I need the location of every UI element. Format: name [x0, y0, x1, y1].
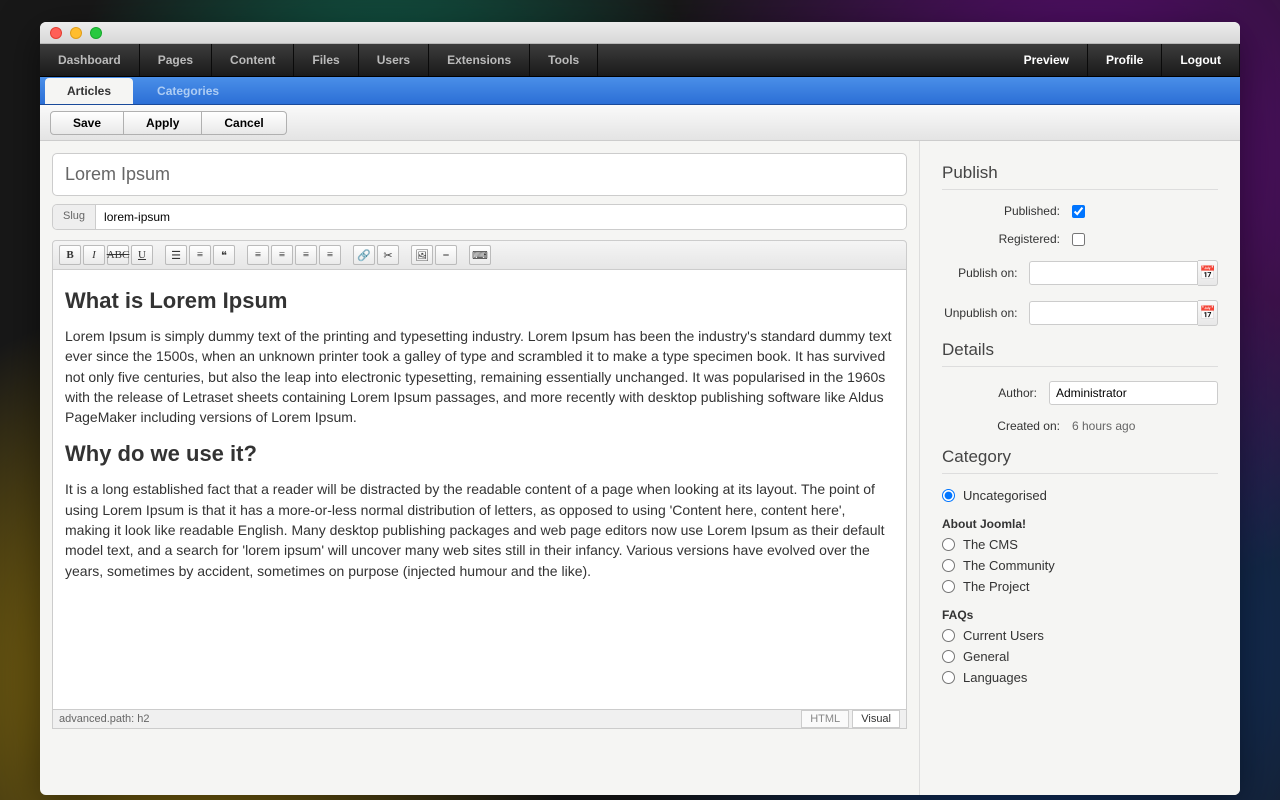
menu-preview[interactable]: Preview: [1006, 44, 1088, 76]
slug-label: Slug: [53, 205, 96, 229]
registered-checkbox[interactable]: [1072, 233, 1085, 246]
italic-icon[interactable]: I: [83, 245, 105, 265]
sub-tabs: Articles Categories: [40, 77, 1240, 105]
category-label: The Community: [963, 558, 1055, 573]
category-group-heading: FAQs: [942, 608, 1218, 622]
tab-categories[interactable]: Categories: [135, 78, 241, 104]
category-radio[interactable]: [942, 671, 955, 684]
slug-input[interactable]: [96, 205, 906, 229]
align-right-icon[interactable]: ≡: [295, 245, 317, 265]
category-label: The CMS: [963, 537, 1018, 552]
author-label: Author:: [942, 386, 1049, 400]
article-title-input[interactable]: [52, 153, 907, 196]
content-heading-2: Why do we use it?: [65, 441, 894, 467]
publish-heading: Publish: [942, 163, 1218, 190]
sidebar-column: Publish Published: Registered: Publish o…: [920, 141, 1240, 795]
unordered-list-icon[interactable]: ☰: [165, 245, 187, 265]
content-paragraph-1: Lorem Ipsum is simply dummy text of the …: [65, 326, 894, 427]
underline-icon[interactable]: U: [131, 245, 153, 265]
created-on-value: 6 hours ago: [1072, 419, 1218, 433]
blockquote-icon[interactable]: ❝: [213, 245, 235, 265]
author-input[interactable]: [1049, 381, 1218, 405]
category-radio[interactable]: [942, 538, 955, 551]
category-list: Uncategorised About Joomla! The CMS The Co…: [942, 488, 1218, 685]
mode-visual-tab[interactable]: Visual: [852, 710, 900, 728]
category-label: Current Users: [963, 628, 1044, 643]
category-radio[interactable]: [942, 559, 955, 572]
readmore-icon[interactable]: ⎯: [435, 245, 457, 265]
bold-icon[interactable]: B: [59, 245, 81, 265]
save-button[interactable]: Save: [50, 111, 124, 135]
category-uncategorised[interactable]: Uncategorised: [942, 488, 1218, 503]
category-label: Languages: [963, 670, 1027, 685]
category-radio[interactable]: [942, 580, 955, 593]
menu-pages[interactable]: Pages: [140, 44, 212, 76]
category-item[interactable]: Current Users: [942, 628, 1218, 643]
unpublish-on-label: Unpublish on:: [942, 306, 1029, 320]
app-window: DashboardPagesContentFilesUsersExtension…: [40, 22, 1240, 795]
category-radio[interactable]: [942, 489, 955, 502]
editor-toolbar: B I ABC U ☰ ≡ ❝ ≡ ≡ ≡ ≡ 🔗: [52, 240, 907, 270]
top-menu: DashboardPagesContentFilesUsersExtension…: [40, 44, 1240, 77]
unlink-icon[interactable]: ✂: [377, 245, 399, 265]
tab-articles[interactable]: Articles: [45, 78, 133, 104]
content-heading-1: What is Lorem Ipsum: [65, 288, 894, 314]
unpublish-on-calendar-icon[interactable]: 📅: [1198, 300, 1218, 326]
apply-button[interactable]: Apply: [124, 111, 202, 135]
keyboard-icon[interactable]: ⌨: [469, 245, 491, 265]
content-paragraph-2: It is a long established fact that a rea…: [65, 479, 894, 580]
window-title-bar: [40, 22, 1240, 44]
editor-path: advanced.path: h2: [59, 713, 150, 725]
window-minimize-icon[interactable]: [70, 27, 82, 39]
category-heading: Category: [942, 447, 1218, 474]
image-icon[interactable]: 🖼: [411, 245, 433, 265]
category-label: The Project: [963, 579, 1029, 594]
menu-content[interactable]: Content: [212, 44, 294, 76]
strike-icon[interactable]: ABC: [107, 245, 129, 265]
category-item[interactable]: General: [942, 649, 1218, 664]
menu-logout[interactable]: Logout: [1162, 44, 1240, 76]
align-center-icon[interactable]: ≡: [271, 245, 293, 265]
publish-on-calendar-icon[interactable]: 📅: [1198, 260, 1218, 286]
category-item[interactable]: The Project: [942, 579, 1218, 594]
published-label: Published:: [942, 204, 1072, 218]
window-zoom-icon[interactable]: [90, 27, 102, 39]
align-left-icon[interactable]: ≡: [247, 245, 269, 265]
category-item[interactable]: The CMS: [942, 537, 1218, 552]
unpublish-on-input[interactable]: [1029, 301, 1198, 325]
category-item[interactable]: The Community: [942, 558, 1218, 573]
align-justify-icon[interactable]: ≡: [319, 245, 341, 265]
category-radio[interactable]: [942, 629, 955, 642]
menu-users[interactable]: Users: [359, 44, 429, 76]
published-checkbox[interactable]: [1072, 205, 1085, 218]
menu-extensions[interactable]: Extensions: [429, 44, 530, 76]
ordered-list-icon[interactable]: ≡: [189, 245, 211, 265]
category-item[interactable]: Languages: [942, 670, 1218, 685]
created-on-label: Created on:: [942, 419, 1072, 433]
menu-tools[interactable]: Tools: [530, 44, 598, 76]
editor-status-bar: advanced.path: h2 HTML Visual: [52, 710, 907, 729]
menu-dashboard[interactable]: Dashboard: [40, 44, 140, 76]
category-label: Uncategorised: [963, 488, 1047, 503]
category-label: General: [963, 649, 1009, 664]
action-bar: Save Apply Cancel: [40, 105, 1240, 141]
publish-on-input[interactable]: [1029, 261, 1198, 285]
menu-profile[interactable]: Profile: [1088, 44, 1162, 76]
editor-column: Slug B I ABC U ☰ ≡ ❝ ≡ ≡ ≡: [40, 141, 920, 795]
publish-on-label: Publish on:: [942, 266, 1029, 280]
link-icon[interactable]: 🔗: [353, 245, 375, 265]
window-close-icon[interactable]: [50, 27, 62, 39]
editor-content[interactable]: What is Lorem Ipsum Lorem Ipsum is simpl…: [52, 270, 907, 710]
details-heading: Details: [942, 340, 1218, 367]
menu-files[interactable]: Files: [294, 44, 358, 76]
mode-html-tab[interactable]: HTML: [801, 710, 849, 728]
cancel-button[interactable]: Cancel: [202, 111, 286, 135]
registered-label: Registered:: [942, 232, 1072, 246]
category-radio[interactable]: [942, 650, 955, 663]
category-group-heading: About Joomla!: [942, 517, 1218, 531]
